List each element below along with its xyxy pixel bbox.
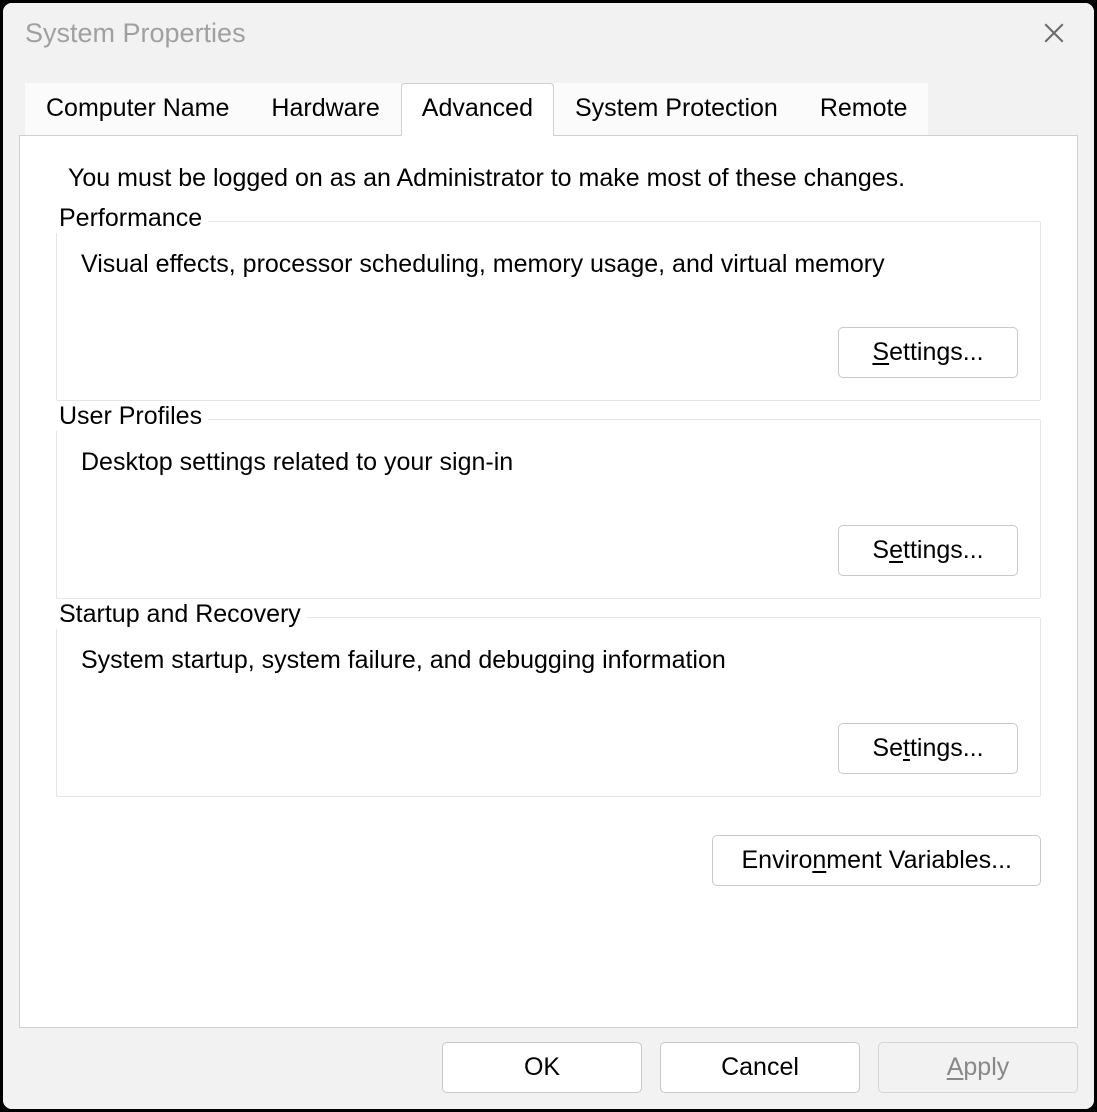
tab-advanced[interactable]: Advanced xyxy=(401,83,554,136)
user-profiles-desc: Desktop settings related to your sign-in xyxy=(81,448,1018,477)
titlebar: System Properties xyxy=(3,3,1094,67)
user-profiles-actions: Settings... xyxy=(79,525,1018,576)
performance-group-label: Performance xyxy=(53,204,208,233)
tab-hardware[interactable]: Hardware xyxy=(250,83,400,136)
performance-actions: Settings... xyxy=(79,327,1018,378)
startup-recovery-group-label: Startup and Recovery xyxy=(53,600,307,629)
user-profiles-group-label: User Profiles xyxy=(53,402,208,431)
ok-button[interactable]: OK xyxy=(442,1042,642,1093)
content-area: Computer Name Hardware Advanced System P… xyxy=(3,67,1094,1028)
system-properties-window: System Properties Computer Name Hardware… xyxy=(0,0,1097,1112)
startup-recovery-settings-button[interactable]: Settings... xyxy=(838,723,1018,774)
dialog-button-bar: OK Cancel Apply xyxy=(3,1028,1094,1109)
apply-button[interactable]: Apply xyxy=(878,1042,1078,1093)
user-profiles-settings-button[interactable]: Settings... xyxy=(838,525,1018,576)
startup-recovery-group: Startup and Recovery System startup, sys… xyxy=(56,617,1041,797)
close-icon xyxy=(1044,23,1064,43)
tab-system-protection[interactable]: System Protection xyxy=(554,83,799,136)
startup-recovery-desc: System startup, system failure, and debu… xyxy=(81,646,1018,675)
window-title: System Properties xyxy=(25,18,246,49)
startup-recovery-actions: Settings... xyxy=(79,723,1018,774)
tab-computer-name[interactable]: Computer Name xyxy=(25,83,250,136)
close-button[interactable] xyxy=(1034,13,1074,53)
performance-group: Performance Visual effects, processor sc… xyxy=(56,221,1041,401)
environment-variables-row: Environment Variables... xyxy=(56,835,1041,886)
cancel-button[interactable]: Cancel xyxy=(660,1042,860,1093)
tab-strip: Computer Name Hardware Advanced System P… xyxy=(25,83,1078,136)
admin-notice: You must be logged on as an Administrato… xyxy=(68,164,1041,193)
performance-settings-button[interactable]: Settings... xyxy=(838,327,1018,378)
environment-variables-button[interactable]: Environment Variables... xyxy=(712,835,1041,886)
tab-remote[interactable]: Remote xyxy=(799,83,929,136)
advanced-tab-panel: You must be logged on as an Administrato… xyxy=(19,135,1078,1028)
performance-desc: Visual effects, processor scheduling, me… xyxy=(81,250,1018,279)
user-profiles-group: User Profiles Desktop settings related t… xyxy=(56,419,1041,599)
